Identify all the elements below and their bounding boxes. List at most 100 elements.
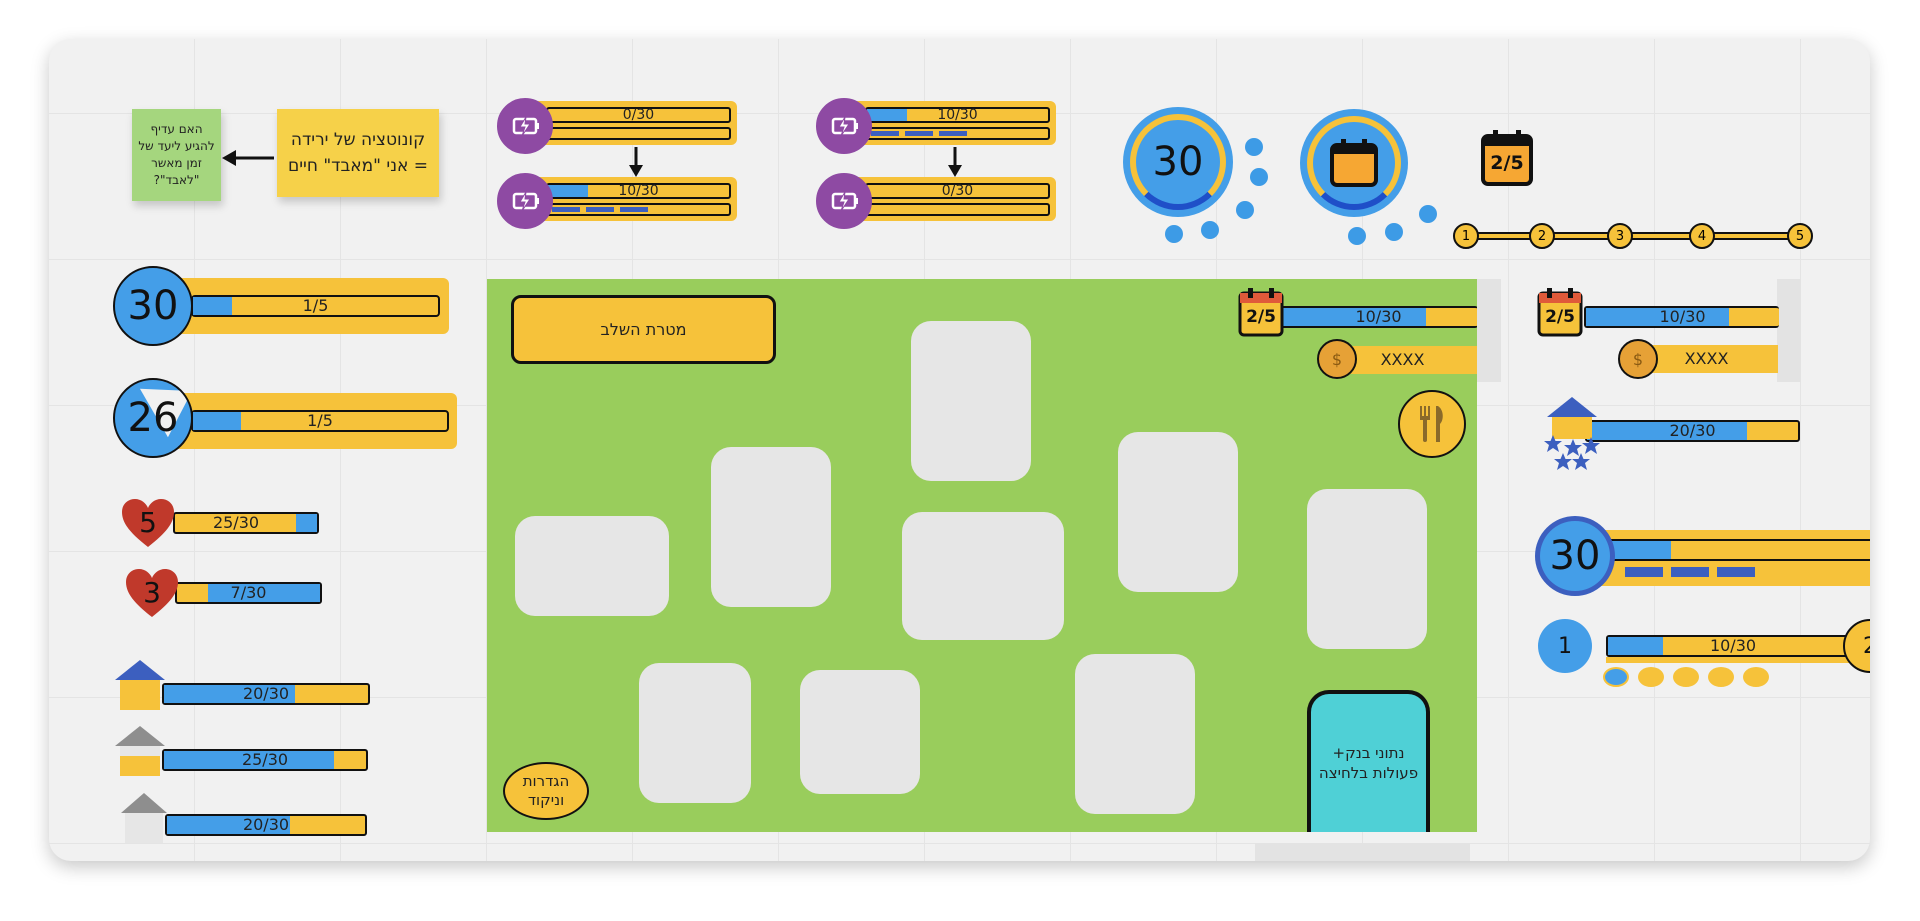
timer2-bar-label: 1/5 xyxy=(307,411,333,430)
level-progress-underlay xyxy=(1606,657,1860,663)
board-calendar-icon: 2/5 xyxy=(1237,286,1285,338)
timer2-circle: 26 xyxy=(113,378,193,458)
right-timer-circle: 30 xyxy=(1535,516,1615,596)
house-icon xyxy=(121,793,167,845)
stepper-node-3[interactable]: 3 xyxy=(1607,223,1633,249)
stepper-node-2[interactable]: 2 xyxy=(1529,223,1555,249)
stepper-node-1[interactable]: 1 xyxy=(1453,223,1479,249)
arrow-down-icon-2 xyxy=(948,147,962,177)
bank-panel-label: נתוני בנק+ פעולות בלחיצה xyxy=(1318,744,1419,782)
game-card[interactable] xyxy=(515,516,669,616)
level-from-value: 1 xyxy=(1558,633,1572,659)
energy-bar-4: 0/30 xyxy=(865,183,1050,199)
yellow-sticky-text: קונוטציה של ירידה = אני "מאבד" חיים xyxy=(287,130,429,176)
coin-icon: $ xyxy=(1618,339,1658,379)
green-sticky-text: האם עדיף להגיע ליעד של זמן מאשר "לאבד"? xyxy=(138,122,215,187)
game-card[interactable] xyxy=(1075,654,1195,814)
timer1-circle: 30 xyxy=(113,266,193,346)
timer2-value: 26 xyxy=(127,395,179,441)
level-dot xyxy=(1743,667,1769,687)
board-calendar-badge: 2/5 xyxy=(1246,307,1276,327)
right-timer-value: 30 xyxy=(1549,533,1601,579)
timer-dot xyxy=(1250,168,1268,186)
calendar-dot xyxy=(1385,223,1403,241)
level-dot xyxy=(1673,667,1699,687)
level-from-circle: 1 xyxy=(1538,619,1592,673)
timer1-bar-label: 1/5 xyxy=(302,296,329,315)
timer-ring-value: 30 xyxy=(1152,139,1204,185)
energy-bar-4-label: 0/30 xyxy=(941,183,974,199)
energy-icon-1 xyxy=(497,98,553,154)
house-stars-icon xyxy=(1543,397,1603,473)
right-timer-segments xyxy=(1605,566,1870,578)
stepper-node-5[interactable]: 5 xyxy=(1787,223,1813,249)
right-progress-label: 10/30 xyxy=(1659,307,1706,326)
right-panel-stub xyxy=(1777,279,1801,382)
timer-dot xyxy=(1165,225,1183,243)
house1-bar: 20/30 xyxy=(162,683,370,705)
energy-bar-3-sub xyxy=(865,127,1050,140)
game-card[interactable] xyxy=(1118,432,1238,592)
heart1-value: 5 xyxy=(139,506,157,539)
calendar-badge-icon: 2/5 xyxy=(1480,128,1534,188)
board-progress-label: 10/30 xyxy=(1355,307,1402,326)
energy-bar-4-sub xyxy=(865,203,1050,216)
level-progress-bar: 10/30 xyxy=(1606,635,1860,657)
level-goal-label: מטרת השלב xyxy=(600,320,687,339)
level-dot-current xyxy=(1603,667,1629,687)
energy-bar-3: 10/30 xyxy=(865,107,1050,123)
heart2-bar: 7/30 xyxy=(175,582,322,604)
timer2-bar: 1/5 xyxy=(191,410,449,432)
right-calendar-badge: 2/5 xyxy=(1545,307,1575,327)
level-to-circle: 2 xyxy=(1843,619,1870,673)
energy-bar-1-sub xyxy=(546,127,731,140)
canvas-board: האם עדיף להגיע ליעד של זמן מאשר "לאבד"? … xyxy=(49,39,1870,861)
timer-dot xyxy=(1201,221,1219,239)
house-icon xyxy=(115,660,165,712)
game-card[interactable] xyxy=(902,512,1064,640)
heart2-value: 3 xyxy=(143,576,161,609)
game-card[interactable] xyxy=(911,321,1031,481)
stepper-track xyxy=(1463,232,1805,240)
house2-bar-label: 25/30 xyxy=(241,750,289,769)
game-card[interactable] xyxy=(800,670,920,794)
board-bottom-stub xyxy=(1255,843,1470,861)
house3-bar-label: 20/30 xyxy=(242,815,290,834)
energy-bar-3-label: 10/30 xyxy=(937,107,978,123)
house2-bar: 25/30 xyxy=(162,749,368,771)
heart-icon: 3 xyxy=(124,567,180,619)
energy-bar-2-label: 10/30 xyxy=(618,183,659,199)
energy-bar-1: 0/30 xyxy=(546,107,731,123)
green-sticky-note[interactable]: האם עדיף להגיע ליעד של זמן מאשר "לאבד"? xyxy=(132,109,221,201)
settings-label: הגדרות וניקוד xyxy=(522,772,570,809)
yellow-sticky-note[interactable]: קונוטציה של ירידה = אני "מאבד" חיים xyxy=(277,109,439,197)
calendar-dot xyxy=(1348,227,1366,245)
level-progress-label: 10/30 xyxy=(1709,636,1757,655)
calendar-ring-icon xyxy=(1300,109,1408,217)
level-goal-button[interactable]: מטרת השלב xyxy=(511,295,776,364)
game-card[interactable] xyxy=(639,663,751,803)
level-dot xyxy=(1708,667,1734,687)
house-icon xyxy=(115,726,165,778)
stepper-node-4[interactable]: 4 xyxy=(1689,223,1715,249)
timer1-bar: 1/5 xyxy=(191,295,440,317)
bank-panel-button[interactable]: נתוני בנק+ פעולות בלחיצה xyxy=(1307,690,1430,832)
arrow-down-icon-1 xyxy=(629,147,643,177)
house3-bar: 20/30 xyxy=(165,814,367,836)
timer-dot xyxy=(1245,138,1263,156)
restaurant-icon[interactable] xyxy=(1398,390,1466,458)
right-house-bar: 20/30 xyxy=(1585,420,1800,442)
right-calendar-icon: 2/5 xyxy=(1536,286,1584,338)
timer-ring-icon: 30 xyxy=(1123,107,1233,217)
energy-bar-2: 10/30 xyxy=(546,183,731,199)
heart2-bar-label: 7/30 xyxy=(230,583,267,602)
heart1-bar: 25/30 xyxy=(173,512,319,534)
house1-bar-label: 20/30 xyxy=(242,684,290,703)
energy-icon-2 xyxy=(497,173,553,229)
energy-bar-2-sub xyxy=(546,203,731,216)
game-card[interactable] xyxy=(1307,489,1427,649)
calendar-icon xyxy=(1330,139,1378,187)
settings-button[interactable]: הגדרות וניקוד xyxy=(503,762,589,820)
game-card[interactable] xyxy=(711,447,831,607)
coin-icon: $ xyxy=(1317,339,1357,379)
